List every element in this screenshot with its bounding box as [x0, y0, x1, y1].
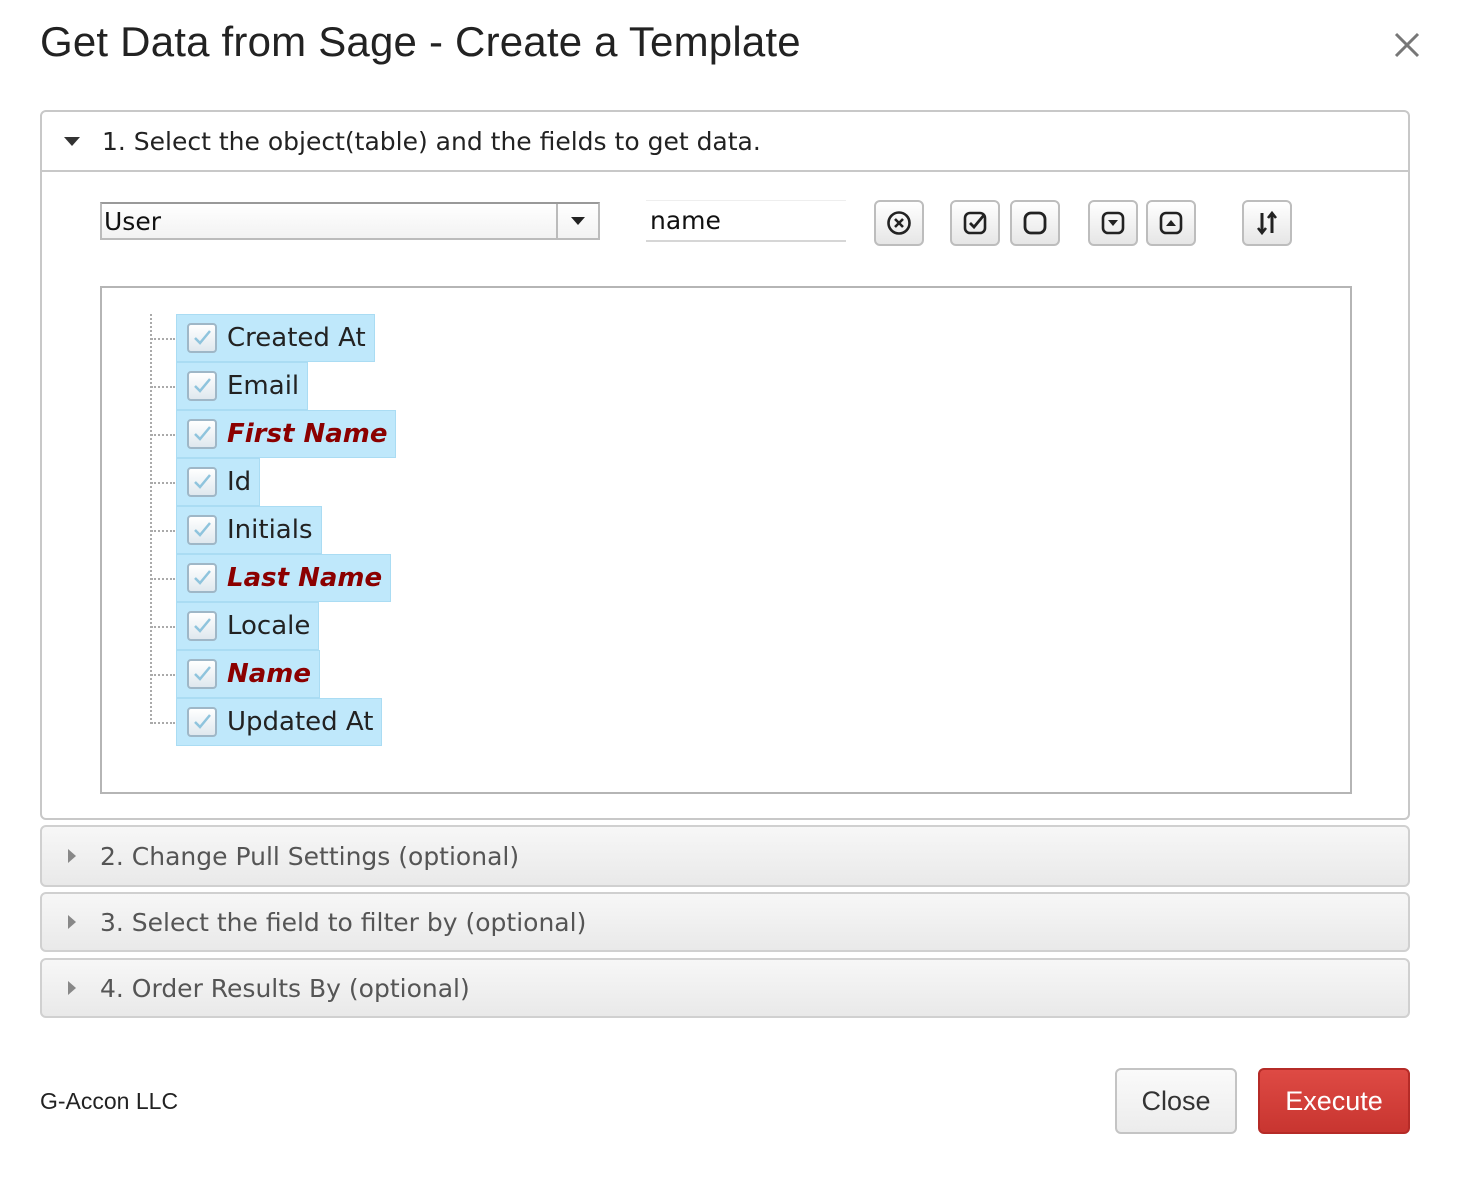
sort-icon — [1256, 210, 1278, 236]
field-checkbox[interactable] — [187, 611, 217, 641]
field-label: Name — [227, 659, 312, 689]
field-label: Updated At — [227, 707, 374, 737]
uncheck-all-icon — [1023, 211, 1047, 235]
collapse-icon — [1159, 211, 1183, 235]
field-checkbox[interactable] — [187, 323, 217, 353]
field-item[interactable]: Updated At — [151, 698, 383, 746]
field-checkbox[interactable] — [187, 371, 217, 401]
checkmark-icon — [194, 618, 211, 633]
field-item[interactable]: Name — [151, 650, 321, 698]
section-1-title: 1. Select the object(table) and the fiel… — [102, 126, 761, 156]
collapsed-triangle-icon — [68, 849, 76, 863]
field-checkbox[interactable] — [187, 707, 217, 737]
uncheck-all-button[interactable] — [1010, 200, 1060, 246]
close-button[interactable]: Close — [1115, 1068, 1237, 1134]
tree-connector-line — [150, 314, 152, 724]
expanded-triangle-icon — [64, 136, 80, 146]
object-select[interactable]: User — [100, 202, 600, 240]
checkmark-icon — [194, 426, 211, 441]
checkmark-icon — [194, 330, 211, 345]
execute-button[interactable]: Execute — [1258, 1068, 1410, 1134]
tree-connector — [151, 626, 175, 628]
section-3-title: 3. Select the field to filter by (option… — [100, 907, 587, 937]
field-item[interactable]: Email — [151, 362, 309, 410]
tree-connector — [151, 722, 175, 724]
field-item[interactable]: First Name — [151, 410, 397, 458]
section-select-object: 1. Select the object(table) and the fiel… — [40, 110, 1410, 820]
tree-connector — [151, 482, 175, 484]
expand-icon — [1101, 211, 1125, 235]
field-label: Id — [227, 467, 252, 497]
field-item[interactable]: Id — [151, 458, 261, 506]
field-label: Created At — [227, 323, 366, 353]
tree-connector — [151, 386, 175, 388]
check-all-icon — [963, 211, 987, 235]
section-1-header[interactable]: 1. Select the object(table) and the fiel… — [42, 112, 1408, 172]
field-label: Email — [227, 371, 300, 401]
field-checkbox[interactable] — [187, 419, 217, 449]
section-filter-field[interactable]: 3. Select the field to filter by (option… — [40, 892, 1410, 952]
checkmark-icon — [194, 570, 211, 585]
brand-name: G-Accon LLC — [40, 1088, 179, 1114]
section-pull-settings[interactable]: 2. Change Pull Settings (optional) — [40, 825, 1410, 887]
field-label: Last Name — [227, 563, 383, 593]
checkmark-icon — [194, 666, 211, 681]
collapsed-triangle-icon — [68, 981, 76, 995]
tree-connector — [151, 530, 175, 532]
tree-connector — [151, 338, 175, 340]
clear-filter-icon — [887, 211, 911, 235]
dialog-title: Get Data from Sage - Create a Template — [40, 18, 801, 65]
field-label: Initials — [227, 515, 313, 545]
collapse-all-button[interactable] — [1146, 200, 1196, 246]
field-checkbox[interactable] — [187, 563, 217, 593]
tree-connector — [151, 674, 175, 676]
field-item[interactable]: Last Name — [151, 554, 392, 602]
clear-filter-button[interactable] — [874, 200, 924, 246]
checkmark-icon — [194, 378, 211, 393]
field-tree: Created At Email First Name Id Initials Last … — [100, 286, 1352, 794]
checkmark-icon — [194, 522, 211, 537]
sort-button[interactable] — [1242, 200, 1292, 246]
section-2-title: 2. Change Pull Settings (optional) — [100, 841, 520, 871]
field-checkbox[interactable] — [187, 659, 217, 689]
field-checkbox[interactable] — [187, 467, 217, 497]
check-all-button[interactable] — [950, 200, 1000, 246]
section-4-title: 4. Order Results By (optional) — [100, 973, 470, 1003]
field-checkbox[interactable] — [187, 515, 217, 545]
field-filter-input[interactable] — [646, 200, 846, 242]
field-item[interactable]: Initials — [151, 506, 322, 554]
close-icon[interactable] — [1386, 24, 1428, 66]
checkmark-icon — [194, 714, 211, 729]
object-select-value: User — [104, 206, 161, 236]
tree-connector — [151, 578, 175, 580]
expand-all-button[interactable] — [1088, 200, 1138, 246]
section-order-results[interactable]: 4. Order Results By (optional) — [40, 958, 1410, 1018]
field-label: First Name — [227, 419, 388, 449]
dropdown-arrow-icon[interactable] — [556, 204, 598, 238]
field-item[interactable]: Created At — [151, 314, 375, 362]
collapsed-triangle-icon — [68, 915, 76, 929]
field-label: Locale — [227, 611, 311, 641]
checkmark-icon — [194, 474, 211, 489]
tree-connector — [151, 434, 175, 436]
field-item[interactable]: Locale — [151, 602, 320, 650]
